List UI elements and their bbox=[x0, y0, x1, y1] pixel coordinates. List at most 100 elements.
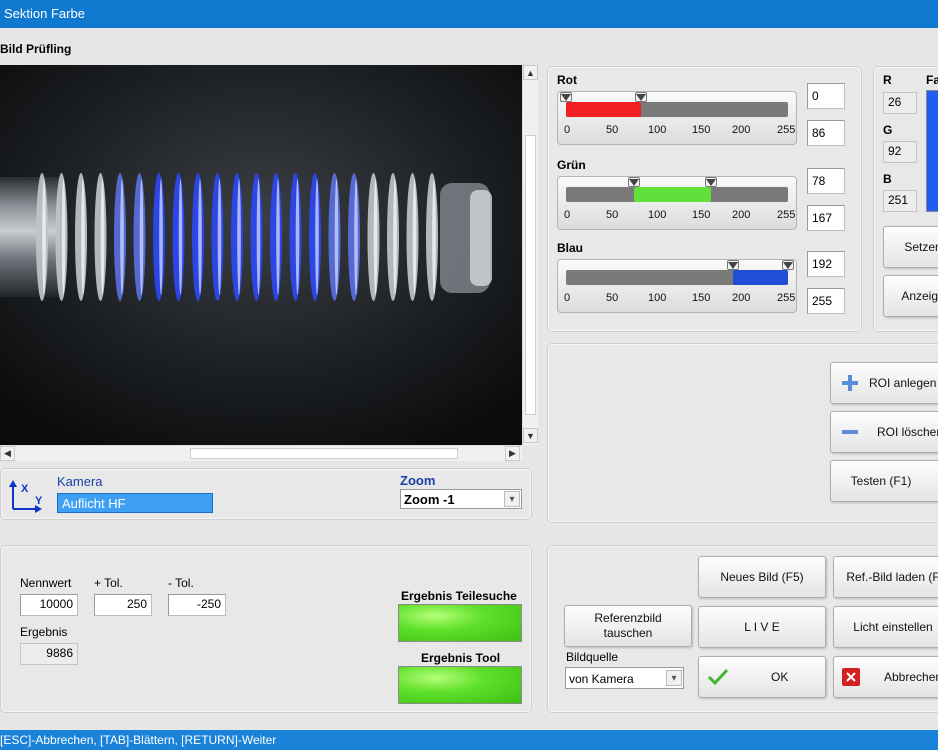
slider-tick-label: 150 bbox=[692, 124, 711, 136]
chevron-down-icon[interactable]: ▾ bbox=[504, 491, 520, 507]
thread-highlight bbox=[42, 179, 46, 295]
thread-highlight bbox=[393, 179, 397, 295]
thread-highlight bbox=[139, 179, 144, 295]
thread-highlight bbox=[120, 179, 124, 295]
thread-ridge bbox=[36, 173, 48, 301]
measure-panel: Nennwert 10000 + Tol. 250 - Tol. -250 Er… bbox=[0, 545, 532, 713]
thread-ridge bbox=[114, 173, 126, 301]
thread-highlight bbox=[315, 179, 319, 295]
load-ref-label: Ref.-Bild laden (F bbox=[846, 570, 938, 584]
slider-range-fill bbox=[633, 187, 712, 202]
chevron-down-icon[interactable]: ▾ bbox=[666, 670, 682, 686]
thread-ridge bbox=[133, 173, 146, 301]
thread-highlight bbox=[354, 179, 358, 295]
slider-tick-label: 100 bbox=[648, 292, 667, 304]
thread-ridge bbox=[309, 173, 321, 301]
r-label: R bbox=[883, 73, 892, 87]
scroll-down-button[interactable]: ▼ bbox=[523, 428, 538, 443]
swap-ref-label-line1: Referenzbild bbox=[594, 611, 662, 625]
load-ref-button[interactable]: Ref.-Bild laden (F bbox=[833, 556, 938, 598]
thread-highlight bbox=[159, 179, 163, 295]
thread-ridge bbox=[192, 173, 204, 301]
thread-ridge bbox=[270, 173, 282, 301]
source-value: von Kamera bbox=[569, 672, 634, 686]
plus-tol-input[interactable]: 250 bbox=[94, 594, 152, 616]
cancel-label: Abbrechen bbox=[884, 670, 938, 684]
tool-indicator bbox=[398, 666, 522, 704]
screw-image bbox=[0, 65, 522, 445]
slider-high-input[interactable]: 167 bbox=[807, 205, 845, 231]
tool-result-label: Ergebnis Tool bbox=[421, 651, 501, 665]
cancel-button[interactable]: Abbrechen bbox=[833, 656, 938, 698]
thread-ridge bbox=[55, 173, 68, 301]
slider-tick-label: 0 bbox=[564, 124, 571, 136]
show-button[interactable]: Anzeige bbox=[883, 275, 938, 317]
camera-panel: X Y Kamera Auflicht HF Zoom Zoom -1 ▾ bbox=[0, 468, 532, 520]
roi-test-button[interactable]: Testen (F1) bbox=[830, 460, 938, 502]
scroll-left-button[interactable]: ◀ bbox=[0, 446, 15, 461]
thread-ridge bbox=[387, 173, 399, 301]
slider-tick-label: 150 bbox=[692, 292, 711, 304]
close-icon bbox=[842, 668, 860, 686]
part-search-indicator bbox=[398, 604, 522, 642]
thread-highlight bbox=[100, 179, 105, 295]
slider-track[interactable] bbox=[566, 187, 788, 202]
thread-highlight bbox=[276, 179, 280, 295]
hscroll-thumb[interactable] bbox=[190, 448, 458, 459]
thread-ridge bbox=[153, 173, 165, 301]
slider-high-input[interactable]: 255 bbox=[807, 288, 845, 314]
new-image-label: Neues Bild (F5) bbox=[720, 570, 804, 584]
ok-label: OK bbox=[771, 670, 789, 684]
swap-ref-button[interactable]: Referenzbild tauschen bbox=[564, 605, 692, 647]
slider-low-input[interactable]: 0 bbox=[807, 83, 845, 109]
thread-ridge bbox=[172, 173, 185, 301]
g-value: 92 bbox=[883, 141, 917, 163]
thread-highlight bbox=[295, 179, 300, 295]
slider-label: Rot bbox=[557, 73, 577, 87]
slider-box: 0 50 100 150 200 255 bbox=[557, 259, 797, 313]
zoom-value: Zoom -1 bbox=[404, 492, 455, 507]
nominal-input[interactable]: 10000 bbox=[20, 594, 78, 616]
set-button[interactable]: Setzen bbox=[883, 226, 938, 268]
scroll-right-button[interactable]: ▶ bbox=[505, 446, 520, 461]
color-swatch bbox=[926, 90, 938, 212]
plus-tol-label: + Tol. bbox=[94, 576, 123, 590]
roi-delete-button[interactable]: ROI löschen bbox=[830, 411, 938, 453]
camera-image[interactable] bbox=[0, 65, 522, 445]
roi-add-button[interactable]: ROI anlegen bbox=[830, 362, 938, 404]
slider-low-input[interactable]: 78 bbox=[807, 168, 845, 194]
new-image-button[interactable]: Neues Bild (F5) bbox=[698, 556, 826, 598]
roi-panel: ROI anlegen ROI löschen Testen (F1) bbox=[547, 343, 938, 523]
light-button[interactable]: Licht einstellen bbox=[833, 606, 938, 648]
thread-ridge bbox=[367, 173, 380, 301]
camera-input[interactable]: Auflicht HF bbox=[57, 493, 213, 513]
vscroll-thumb[interactable] bbox=[525, 135, 536, 415]
scroll-up-button[interactable]: ▲ bbox=[523, 65, 538, 80]
slider-high-input[interactable]: 86 bbox=[807, 120, 845, 146]
title-bar: Sektion Farbe bbox=[0, 0, 938, 28]
zoom-select[interactable]: Zoom -1 ▾ bbox=[400, 489, 522, 509]
color-slider-panel: Rot 0 50 100 150 200 255 0 86 Grün 0 50 … bbox=[547, 66, 862, 332]
slider-box: 0 50 100 150 200 255 bbox=[557, 176, 797, 230]
thread-highlight bbox=[61, 179, 66, 295]
slider-tick-label: 200 bbox=[732, 292, 751, 304]
rgb-readout-panel: R 26 G 92 B 251 Fa Setzen Anzeige bbox=[873, 66, 938, 332]
minus-tol-input[interactable]: -250 bbox=[168, 594, 226, 616]
camera-label: Kamera bbox=[57, 474, 103, 489]
slider-tick-label: 50 bbox=[606, 209, 619, 221]
slider-low-input[interactable]: 192 bbox=[807, 251, 845, 277]
source-label: Bildquelle bbox=[566, 650, 619, 664]
slider-track[interactable] bbox=[566, 270, 788, 285]
thread-ridge bbox=[75, 173, 87, 301]
thread-ridge bbox=[231, 173, 243, 301]
thread-highlight bbox=[237, 179, 241, 295]
thread-highlight bbox=[412, 179, 417, 295]
image-hscrollbar[interactable]: ◀ ▶ bbox=[0, 445, 522, 461]
ok-button[interactable]: OK bbox=[698, 656, 826, 698]
slider-track[interactable] bbox=[566, 102, 788, 117]
source-select[interactable]: von Kamera ▾ bbox=[565, 667, 684, 689]
live-button[interactable]: L I V E bbox=[698, 606, 826, 648]
slider-tick-label: 100 bbox=[648, 124, 667, 136]
slider-box: 0 50 100 150 200 255 bbox=[557, 91, 797, 145]
image-vscrollbar[interactable]: ▲ ▼ bbox=[522, 65, 538, 445]
